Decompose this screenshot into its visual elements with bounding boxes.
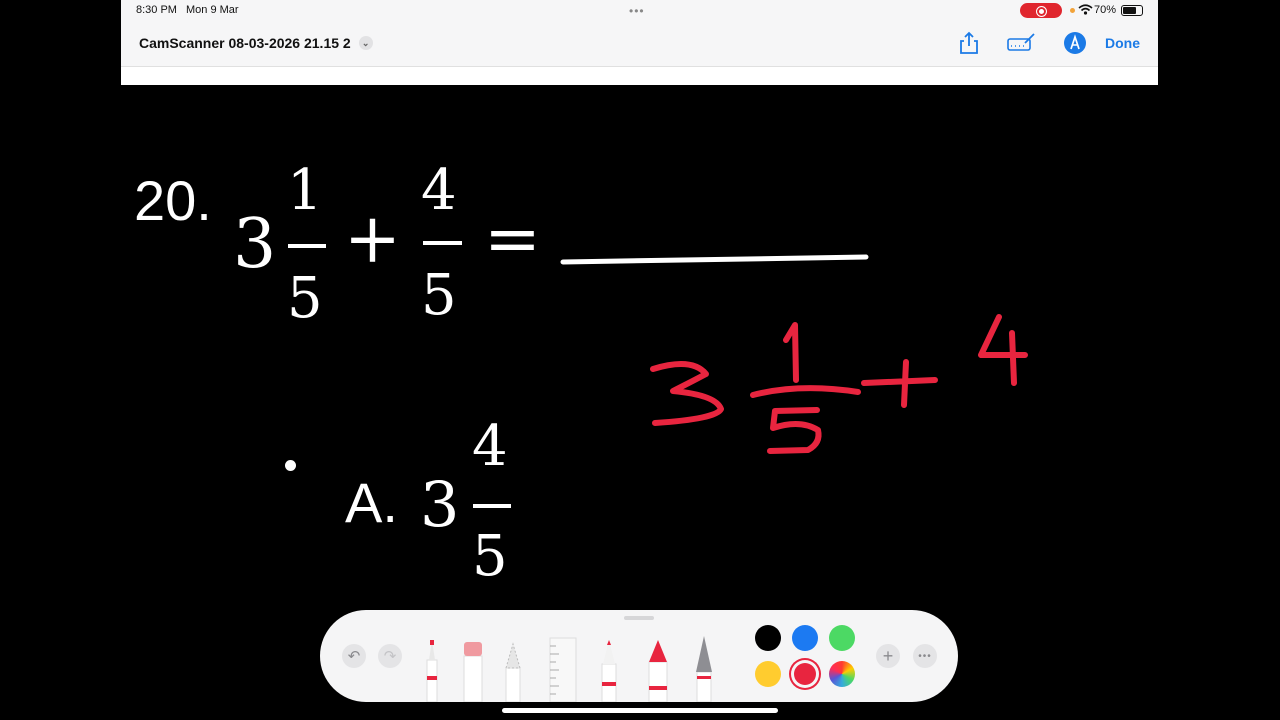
done-button[interactable]: Done [1105, 35, 1140, 51]
undo-icon[interactable]: ↶ [342, 644, 366, 668]
option-a-numerator: 4 [472, 414, 508, 479]
problem-denominator-1: 5 [287, 266, 323, 331]
annotation-numerator-4 [978, 314, 1028, 386]
battery-percent: 70% [1094, 4, 1117, 16]
microphone-indicator-icon [1070, 8, 1075, 13]
color-red-swatch-selected[interactable] [794, 663, 816, 685]
fountain-pen-tool-icon [696, 636, 712, 702]
wifi-icon [1078, 4, 1093, 15]
problem-number: 20. [134, 169, 212, 232]
problem-numerator-2: 4 [421, 158, 457, 223]
crayon-tool-icon [648, 640, 668, 702]
document-title: CamScanner 08-03-2026 21.15 2 [139, 35, 351, 51]
app-top-bar: 8:30 PM Mon 9 Mar ••• 70% CamScanner 08-… [121, 0, 1158, 85]
option-bullet [285, 460, 296, 471]
markup-pen-icon[interactable] [1062, 30, 1088, 56]
color-green-swatch[interactable] [829, 625, 855, 651]
annotation-denominator-5 [767, 407, 822, 454]
fraction-bar-1 [288, 244, 326, 248]
chevron-down-icon: ⌄ [358, 36, 373, 50]
add-tool-icon[interactable]: + [876, 644, 900, 668]
battery-icon [1121, 5, 1143, 16]
annotation-whole-3 [650, 361, 724, 426]
annotation-numerator-1 [783, 322, 799, 383]
problem-numerator-1: 1 [287, 158, 323, 223]
home-indicator[interactable] [502, 708, 778, 713]
annotation-fraction-bar [750, 385, 861, 398]
answer-blank-line [560, 254, 869, 265]
equals-sign: = [484, 200, 541, 279]
palette-grabber[interactable] [624, 616, 654, 620]
document-page-top [121, 66, 1158, 85]
annotation-plus [861, 359, 938, 408]
option-a-label: A. [345, 471, 398, 534]
share-icon[interactable] [956, 30, 982, 56]
fraction-bar-2 [423, 241, 462, 245]
eraser-tool-icon [463, 642, 483, 702]
color-yellow-swatch[interactable] [755, 661, 781, 687]
problem-denominator-2: 5 [421, 263, 457, 328]
lasso-tool-icon [505, 642, 521, 702]
ruler-tool-icon [549, 637, 577, 702]
color-picker-wheel-icon[interactable] [829, 661, 855, 687]
marker-tool-icon [601, 640, 617, 702]
screen-recording-icon[interactable] [1020, 3, 1062, 18]
redo-icon[interactable]: ↷ [378, 644, 402, 668]
color-black-swatch[interactable] [755, 625, 781, 651]
option-a-whole: 3 [420, 468, 460, 541]
pen-tool-icon [426, 640, 438, 702]
multitasking-dots-icon[interactable]: ••• [629, 4, 645, 18]
more-options-icon[interactable]: ••• [913, 644, 937, 668]
markup-tool-palette: ↶ ↷ + ••• [320, 610, 958, 702]
status-date: Mon 9 Mar [186, 4, 239, 16]
option-a-denominator: 5 [472, 524, 508, 589]
handwritten-annotation [650, 314, 1028, 454]
color-blue-swatch[interactable] [792, 625, 818, 651]
drawing-tools [426, 636, 712, 702]
markup-signature-icon[interactable] [1006, 30, 1036, 56]
document-title-button[interactable]: CamScanner 08-03-2026 21.15 2 ⌄ [139, 35, 373, 51]
problem-whole: 3 [233, 205, 277, 284]
plus-sign: + [344, 200, 401, 279]
status-time: 8:30 PM [136, 4, 177, 16]
option-a-fraction-bar [473, 504, 511, 508]
